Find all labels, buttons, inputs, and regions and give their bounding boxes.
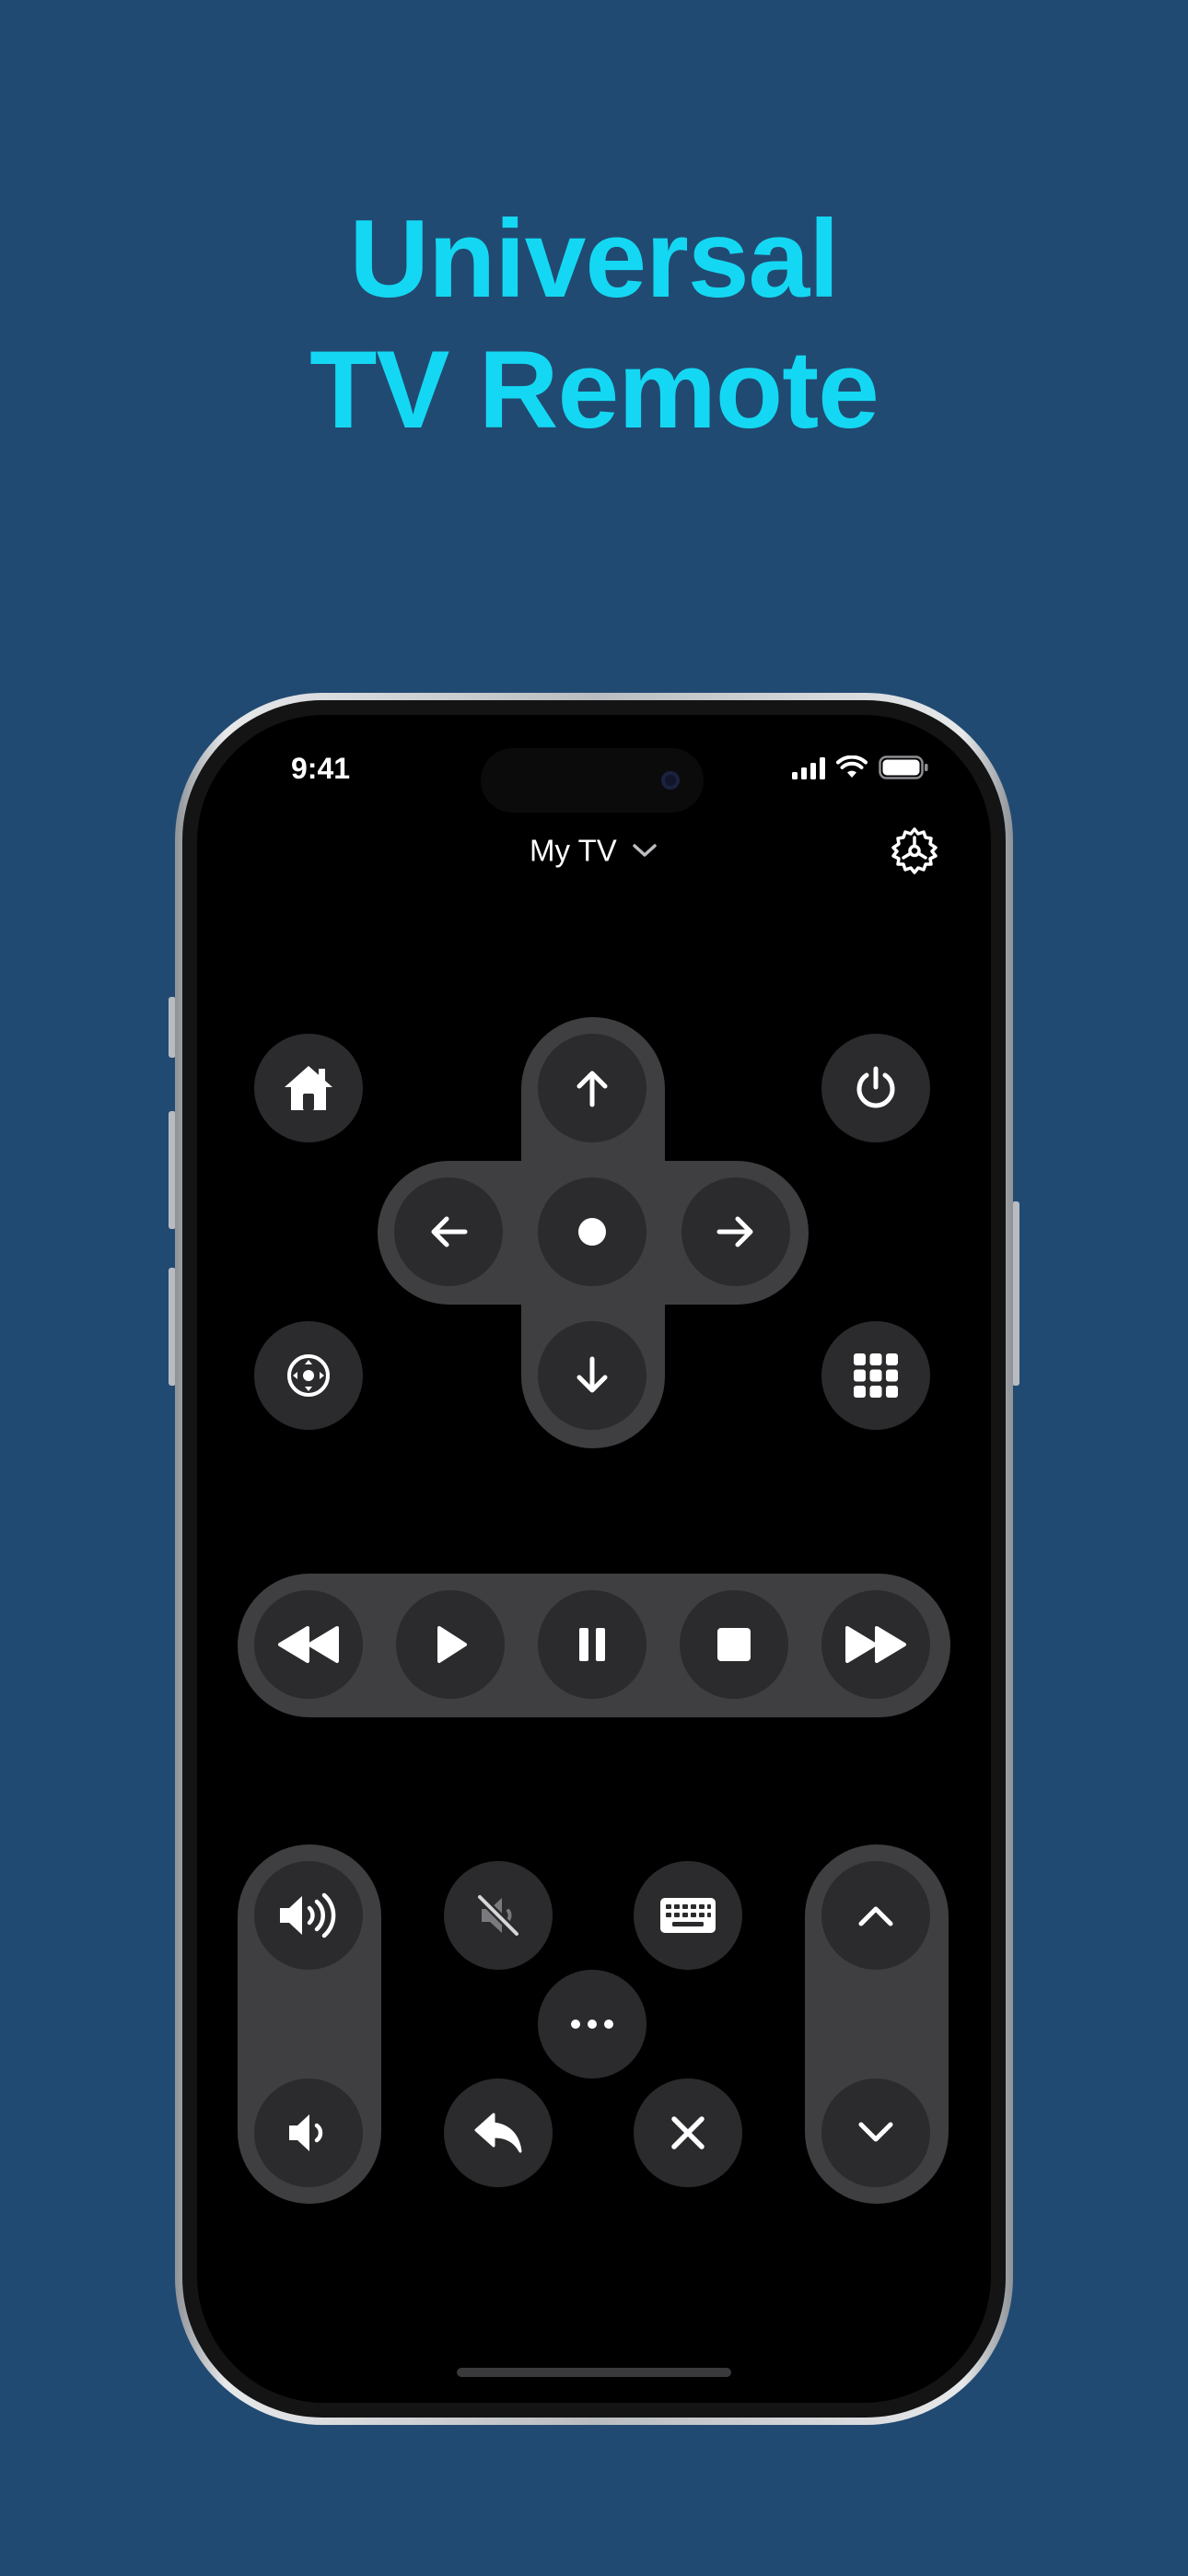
source-icon: [287, 1354, 330, 1397]
play-icon: [437, 1626, 467, 1663]
dpad-left-button[interactable]: [394, 1177, 503, 1286]
pause-icon: [579, 1628, 605, 1661]
status-icons: [792, 755, 928, 779]
ok-dot-icon: [578, 1218, 606, 1246]
device-selector[interactable]: My TV: [197, 831, 991, 868]
power-side-button: [1012, 1201, 1019, 1386]
source-button[interactable]: [254, 1321, 363, 1430]
home-indicator[interactable]: [457, 2368, 731, 2377]
headline-line-2: TV Remote: [309, 328, 879, 451]
status-time: 9:41: [291, 752, 351, 785]
play-button[interactable]: [396, 1590, 505, 1699]
keyboard-icon: [660, 1898, 716, 1933]
arrow-right-icon: [716, 1216, 753, 1247]
phone-screen: 9:41 My TV: [197, 715, 991, 2403]
apps-button[interactable]: [821, 1321, 930, 1430]
power-button[interactable]: [821, 1034, 930, 1142]
volume-down-button[interactable]: [254, 2078, 363, 2187]
battery-icon: [879, 755, 928, 779]
keyboard-button[interactable]: [634, 1861, 742, 1970]
cellular-signal-icon: [792, 757, 825, 779]
chevron-down-icon: [858, 2122, 893, 2142]
close-icon: [671, 2116, 705, 2149]
mute-button[interactable]: [444, 1861, 553, 1970]
back-icon: [474, 2113, 522, 2153]
channel-down-button[interactable]: [821, 2078, 930, 2187]
headline-line-1: Universal: [349, 197, 839, 321]
mute-icon: [475, 1892, 521, 1938]
dpad-ok-button[interactable]: [538, 1177, 646, 1286]
volume-up-icon: [280, 1892, 336, 1938]
dpad-up-button[interactable]: [538, 1034, 646, 1142]
device-name: My TV: [530, 833, 617, 868]
volume-up-button[interactable]: [254, 1861, 363, 1970]
close-button[interactable]: [634, 2078, 742, 2187]
dynamic-island: [481, 748, 704, 813]
fast-forward-button[interactable]: [821, 1590, 930, 1699]
front-camera: [661, 771, 680, 790]
promo-headline: Universal TV Remote: [0, 193, 1188, 455]
arrow-down-icon: [577, 1356, 608, 1393]
app-grid-icon: [854, 1353, 898, 1398]
chevron-down-icon: [633, 844, 657, 858]
gear-icon[interactable]: [890, 825, 939, 875]
fast-forward-icon: [845, 1626, 906, 1663]
channel-up-button[interactable]: [821, 1861, 930, 1970]
dpad-right-button[interactable]: [681, 1177, 790, 1286]
rewind-button[interactable]: [254, 1590, 363, 1699]
dpad-down-button[interactable]: [538, 1321, 646, 1430]
chevron-up-icon: [858, 1906, 893, 1926]
volume-down-icon: [289, 2114, 323, 2151]
wifi-icon: [836, 755, 868, 778]
arrow-up-icon: [577, 1071, 608, 1107]
back-button[interactable]: [444, 2078, 553, 2187]
home-icon: [285, 1066, 332, 1110]
power-icon: [856, 1066, 895, 1108]
rewind-icon: [278, 1626, 339, 1663]
home-button[interactable]: [254, 1034, 363, 1142]
arrow-left-icon: [431, 1216, 468, 1247]
stop-button[interactable]: [680, 1590, 788, 1699]
stop-icon: [717, 1628, 751, 1661]
pause-button[interactable]: [538, 1590, 646, 1699]
more-icon: [571, 2020, 613, 2029]
more-button[interactable]: [538, 1970, 646, 2078]
